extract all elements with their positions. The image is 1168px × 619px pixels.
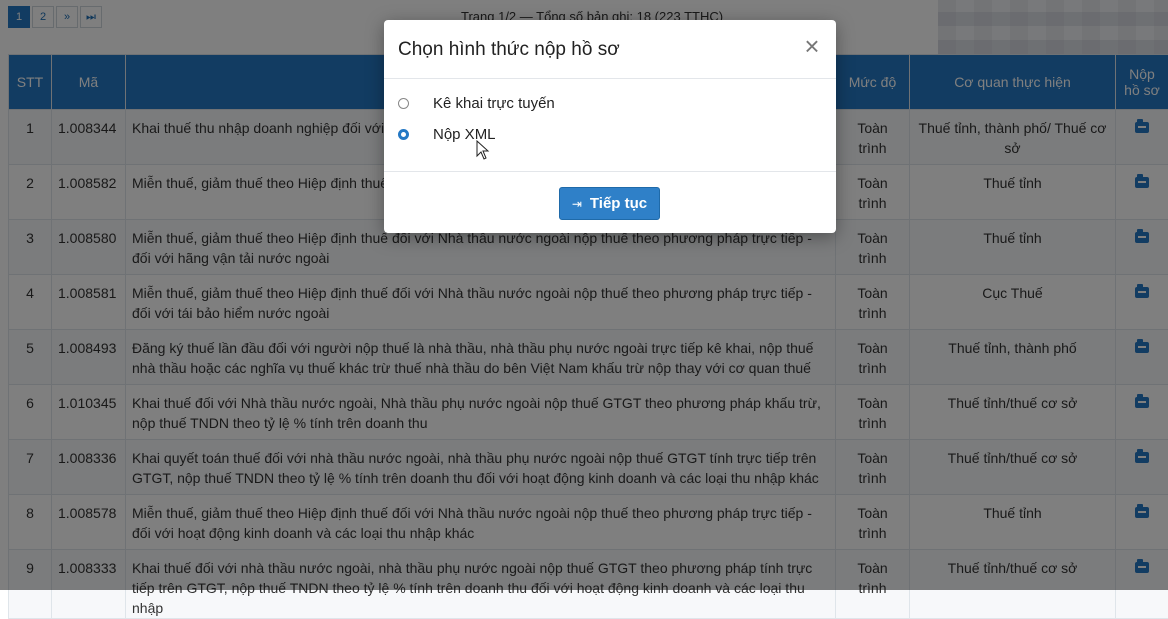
dialog-title: Chọn hình thức nộp hồ sơ (398, 39, 620, 61)
mouse-cursor-icon (476, 140, 490, 160)
continue-button-label: Tiếp tục (590, 195, 647, 212)
submission-method-dialog: Chọn hình thức nộp hồ sơ × Kê khai trực … (384, 20, 836, 233)
dialog-body: Kê khai trực tuyến Nộp XML (384, 79, 836, 172)
option-online-declaration-label: Kê khai trực tuyến (433, 95, 555, 112)
radio-submit-xml[interactable] (398, 129, 409, 140)
continue-button[interactable]: ⇥ Tiếp tục (559, 187, 660, 220)
radio-online-declaration[interactable] (398, 98, 409, 109)
close-icon[interactable]: × (800, 34, 824, 58)
dialog-footer: ⇥ Tiếp tục (384, 172, 836, 234)
dialog-header: Chọn hình thức nộp hồ sơ × (384, 20, 836, 79)
option-online-declaration[interactable]: Kê khai trực tuyến (398, 95, 555, 112)
continue-icon: ⇥ (572, 197, 582, 211)
